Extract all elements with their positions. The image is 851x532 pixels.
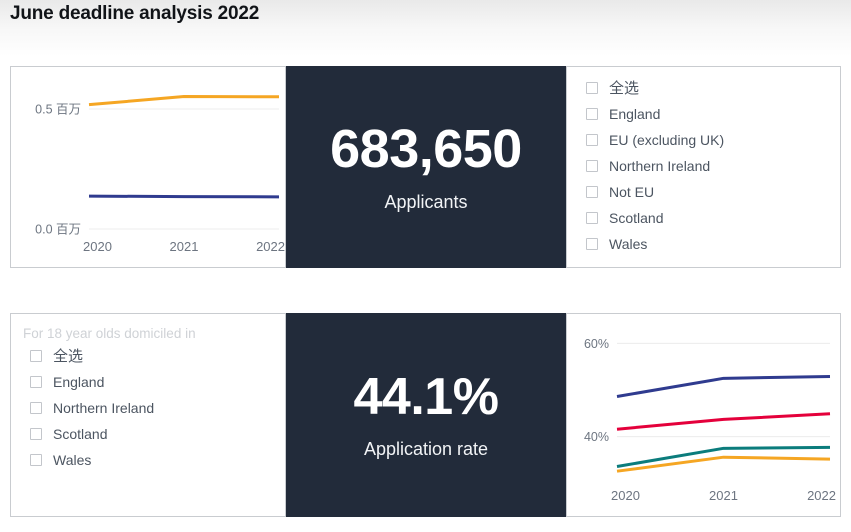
age18-filter-item[interactable]: Northern Ireland xyxy=(11,395,285,421)
checkbox-icon[interactable] xyxy=(30,350,42,362)
age18-filter-item-label: England xyxy=(53,374,105,390)
series-line-2f3b8f xyxy=(616,374,831,399)
age18-filter-item[interactable]: 全选 xyxy=(11,343,285,369)
applicants-trend-chart: 0.5 百万 0.0 百万2020 2021 2022 xyxy=(35,95,285,254)
domicile-filter-item-label: Northern Ireland xyxy=(609,158,711,174)
kpi-card-application-rate[interactable]: 44.1% Application rate xyxy=(286,313,566,517)
series-line-f5a623 xyxy=(616,455,831,473)
x-axis-tick-label: 2020 xyxy=(83,239,112,254)
checkbox-icon[interactable] xyxy=(30,376,42,388)
y-axis-tick-label: 0.5 百万 xyxy=(35,103,81,117)
domicile-filter-item-label: Not EU xyxy=(609,184,655,200)
checkbox-icon[interactable] xyxy=(586,82,598,94)
kpi-card-applicants[interactable]: 683,650 Applicants xyxy=(286,66,566,268)
x-axis-tick-label: 2022 xyxy=(256,239,285,254)
checkbox-icon[interactable] xyxy=(586,160,598,172)
series-line-f5a623 xyxy=(88,95,280,107)
domicile-filter-item[interactable]: Not EU xyxy=(567,179,840,205)
checkbox-icon[interactable] xyxy=(586,108,598,120)
age18-filter-item[interactable]: Scotland xyxy=(11,421,285,447)
checkbox-icon[interactable] xyxy=(586,238,598,250)
checkbox-icon[interactable] xyxy=(30,454,42,466)
domicile-filter-item[interactable]: Northern Ireland xyxy=(567,153,840,179)
x-axis-tick-label: 2021 xyxy=(170,239,199,254)
domicile-filter-item[interactable]: Scotland xyxy=(567,205,840,231)
checkbox-icon[interactable] xyxy=(30,402,42,414)
domicile-filter-item[interactable]: EU (excluding UK) xyxy=(567,127,840,153)
domicile-filter-item[interactable]: England xyxy=(567,101,840,127)
age18-filter-item[interactable]: Wales xyxy=(11,447,285,473)
y-axis-tick-label: 60% xyxy=(584,337,609,351)
checkbox-icon[interactable] xyxy=(586,212,598,224)
kpi-label-application-rate: Application rate xyxy=(363,438,489,459)
age18-filter-card[interactable]: For 18 year olds domiciled in 全选 England N… xyxy=(10,313,286,517)
x-axis-tick-label: 2022 xyxy=(807,488,836,503)
domicile-filter-list: 全选 England EU (excluding UK) Northern Irela… xyxy=(567,75,840,257)
dashboard-page: June deadline analysis 2022 0.5 百万 0.0 百万… xyxy=(0,0,851,532)
age18-filter-header: For 18 year olds domiciled in xyxy=(23,326,196,341)
x-axis-tick-label: 2021 xyxy=(709,488,738,503)
age18-filter-item-label: 全选 xyxy=(53,347,84,365)
domicile-filter-card[interactable]: 全选 England EU (excluding UK) Northern Irela… xyxy=(566,66,841,268)
y-axis-tick-label: 0.0 百万 xyxy=(35,223,81,237)
age18-filter-item[interactable]: England xyxy=(11,369,285,395)
domicile-filter-item-label: Wales xyxy=(609,236,648,252)
series-line-e4003b xyxy=(616,412,831,431)
domicile-filter-item-label: England xyxy=(609,106,661,122)
kpi-value-applicants: 683,650 xyxy=(330,118,522,179)
checkbox-icon[interactable] xyxy=(586,134,598,146)
domicile-filter-item-label: EU (excluding UK) xyxy=(609,132,725,148)
x-axis-tick-label: 2020 xyxy=(611,488,640,503)
application-rate-trend-chart-card[interactable]: 60% 40% 2020 2021 2022 xyxy=(566,313,841,517)
domicile-filter-item-label: Scotland xyxy=(609,210,664,226)
age18-filter-list: 全选 England Northern Ireland Scotland Wales xyxy=(11,343,285,473)
application-rate-trend-chart: 60% 40% 2020 2021 2022 xyxy=(584,337,836,503)
checkbox-icon[interactable] xyxy=(586,186,598,198)
applicants-trend-chart-card[interactable]: 0.5 百万 0.0 百万 2020 2021 2022 xyxy=(10,66,286,268)
domicile-filter-item[interactable]: Wales xyxy=(567,231,840,257)
y-axis-tick-label: 40% xyxy=(584,430,609,444)
domicile-filter-item-label: 全选 xyxy=(609,79,640,97)
age18-filter-item-label: Scotland xyxy=(53,426,108,442)
checkbox-icon[interactable] xyxy=(30,428,42,440)
domicile-filter-item[interactable]: 全选 xyxy=(567,75,840,101)
page-title: June deadline analysis 2022 xyxy=(10,3,260,24)
kpi-label-applicants: Applicants xyxy=(384,191,468,212)
age18-filter-item-label: Wales xyxy=(53,452,92,468)
kpi-value-application-rate: 44.1% xyxy=(353,367,499,426)
series-line-2f3b8f xyxy=(88,194,280,199)
age18-filter-item-label: Northern Ireland xyxy=(53,400,155,416)
